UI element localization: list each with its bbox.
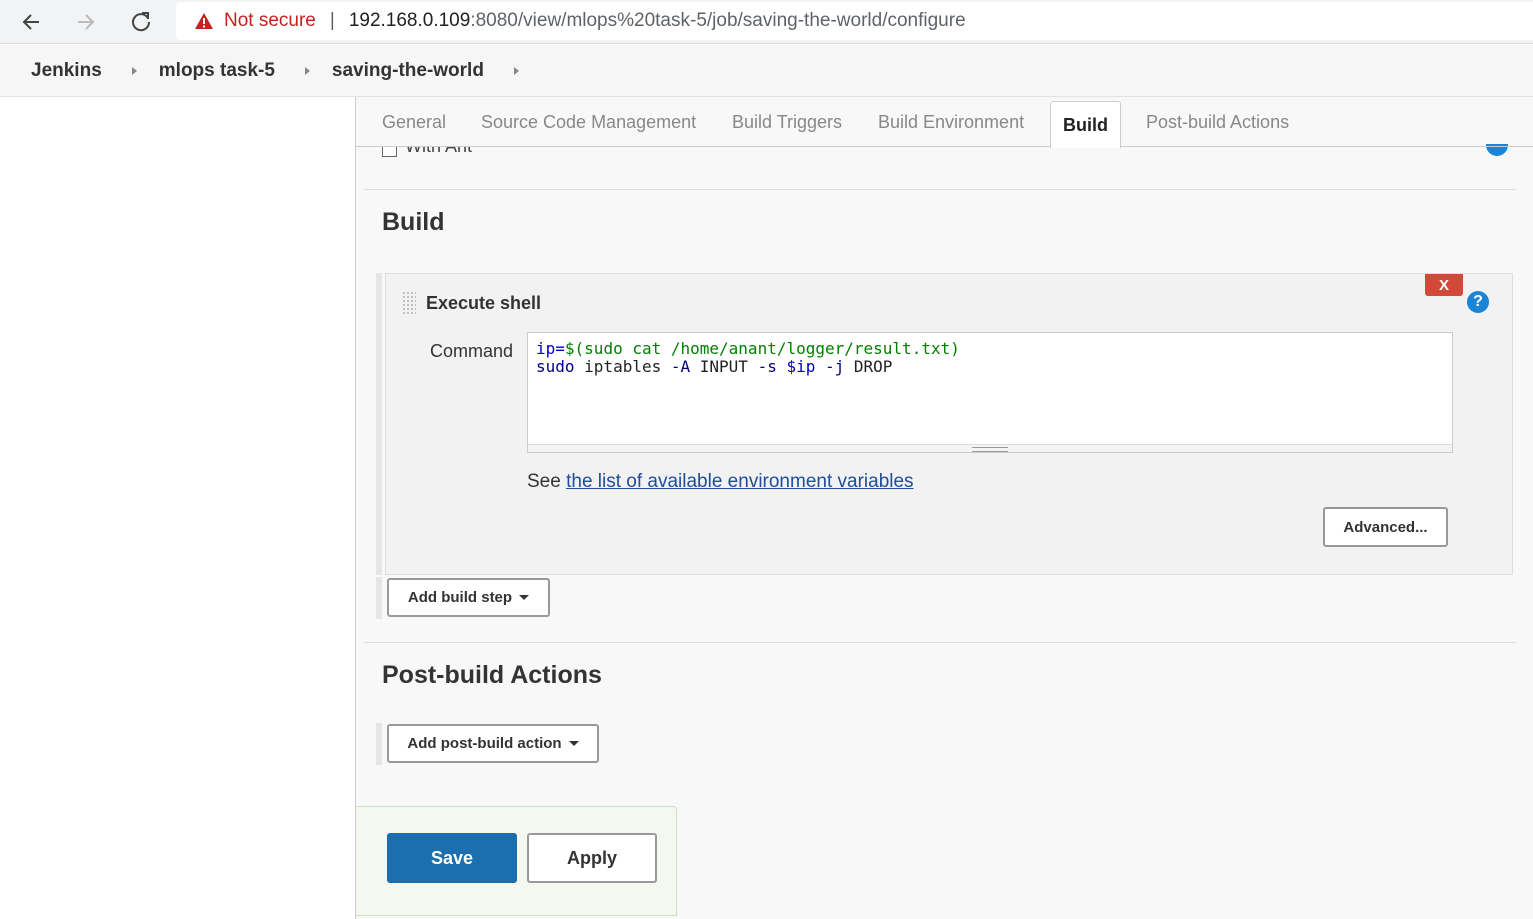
post-build-section-title: Post-build Actions bbox=[382, 661, 602, 689]
reload-button[interactable] bbox=[125, 6, 157, 38]
divider bbox=[364, 642, 1516, 643]
not-secure-label[interactable]: Not secure bbox=[224, 10, 316, 32]
build-section-title: Build bbox=[382, 208, 445, 236]
chevron-right-icon[interactable] bbox=[304, 66, 310, 75]
tab-post-build-actions[interactable]: Post-build Actions bbox=[1146, 97, 1289, 147]
add-post-build-action-button[interactable]: Add post-build action bbox=[387, 724, 599, 763]
command-line-1: ip=$(sudo cat /home/anant/logger/result.… bbox=[536, 339, 960, 358]
caret-down-icon bbox=[568, 741, 579, 746]
tab-source-code-management[interactable]: Source Code Management bbox=[481, 97, 696, 147]
execute-shell-step: Execute shell X ? Command ip=$(sudo cat … bbox=[385, 273, 1513, 575]
advanced-button[interactable]: Advanced... bbox=[1323, 507, 1448, 547]
save-button[interactable]: Save bbox=[387, 833, 517, 883]
apply-button[interactable]: Apply bbox=[527, 833, 657, 883]
breadcrumb-view[interactable]: mlops task-5 bbox=[159, 60, 275, 82]
tab-build-environment[interactable]: Build Environment bbox=[878, 97, 1024, 147]
step-title: Execute shell bbox=[426, 293, 542, 313]
breadcrumb: Jenkins mlops task-5 saving-the-world bbox=[0, 45, 1533, 97]
address-bar[interactable]: Not secure | 192.168.0.109:8080/view/mlo… bbox=[176, 2, 1533, 40]
breadcrumb-job[interactable]: saving-the-world bbox=[332, 60, 484, 82]
url-host: 192.168.0.109 bbox=[348, 10, 471, 31]
command-line-2: sudo iptables -A INPUT -s $ip -j DROP bbox=[536, 357, 893, 376]
command-textarea[interactable]: ip=$(sudo cat /home/anant/logger/result.… bbox=[527, 332, 1453, 453]
caret-down-icon bbox=[519, 595, 530, 600]
with-ant-option[interactable]: With Ant bbox=[382, 147, 472, 157]
config-panel: With Ant General Source Code Management … bbox=[355, 97, 1533, 919]
reload-icon bbox=[132, 12, 151, 32]
back-button[interactable] bbox=[15, 6, 47, 38]
url-path: :8080/view/mlops%20task-5/job/saving-the… bbox=[470, 10, 966, 31]
env-vars-hint: See the list of available environment va… bbox=[527, 471, 914, 492]
command-label: Command bbox=[430, 341, 514, 361]
warning-icon[interactable] bbox=[194, 12, 214, 30]
env-vars-link[interactable]: the list of available environment variab… bbox=[566, 471, 913, 492]
divider bbox=[364, 189, 1516, 190]
step-indent-bar bbox=[376, 577, 382, 619]
tab-build-triggers[interactable]: Build Triggers bbox=[732, 97, 842, 147]
chevron-right-icon[interactable] bbox=[513, 66, 519, 75]
forward-button[interactable] bbox=[70, 6, 102, 38]
add-build-step-button[interactable]: Add build step bbox=[387, 578, 550, 617]
browser-toolbar: Not secure | 192.168.0.109:8080/view/mlo… bbox=[0, 0, 1533, 44]
with-ant-label: With Ant bbox=[405, 147, 472, 157]
back-arrow-icon bbox=[22, 14, 39, 30]
config-tabs: General Source Code Management Build Tri… bbox=[356, 97, 1533, 148]
help-icon[interactable]: ? bbox=[1467, 291, 1489, 313]
forward-arrow-icon bbox=[78, 14, 95, 30]
step-indent-bar bbox=[376, 723, 382, 765]
tab-general[interactable]: General bbox=[382, 97, 446, 147]
chevron-right-icon[interactable] bbox=[131, 66, 137, 75]
bottom-button-bar: Save Apply bbox=[356, 806, 677, 916]
step-indent-bar bbox=[376, 273, 382, 575]
breadcrumb-jenkins[interactable]: Jenkins bbox=[31, 60, 102, 82]
with-ant-checkbox[interactable] bbox=[382, 147, 397, 157]
drag-handle-icon[interactable] bbox=[402, 291, 416, 315]
separator: | bbox=[329, 10, 335, 31]
tab-build[interactable]: Build bbox=[1050, 101, 1121, 148]
textarea-resize-handle[interactable] bbox=[528, 444, 1452, 452]
delete-step-button[interactable]: X bbox=[1425, 274, 1463, 296]
